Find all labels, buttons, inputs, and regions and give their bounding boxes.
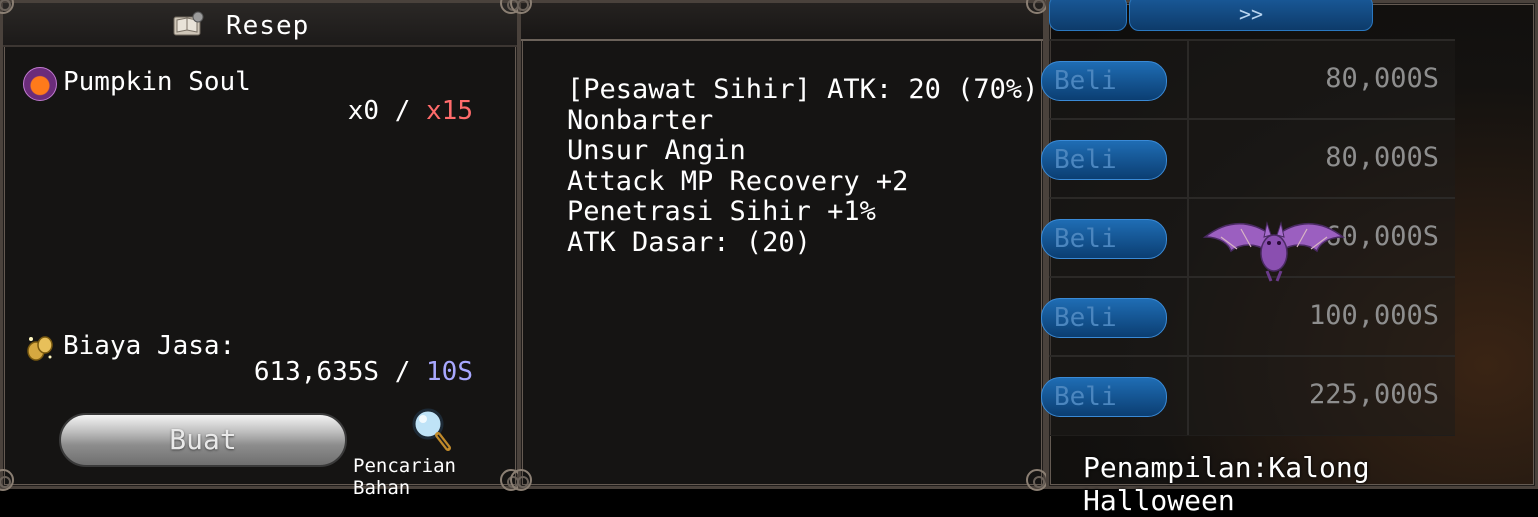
recipe-title: Resep	[226, 11, 310, 41]
material-quantity: x0 / x15	[348, 96, 473, 126]
shop-list-panel: >> Beli 80,000S Beli 80,000S Beli 60,000…	[1041, 0, 1538, 517]
bat-preview-icon	[1202, 221, 1346, 282]
detail-header	[521, 3, 1043, 41]
owned-quantity: x0	[347, 96, 380, 126]
fee-separator: /	[379, 357, 427, 387]
price: 100,000S	[1308, 300, 1439, 331]
item-stats: [Pesawat Sihir] ATK: 20 (70%) Nonbarter …	[567, 74, 1039, 258]
appearance-label: Penampilan:Kalong Halloween	[1083, 451, 1370, 517]
row-divider	[1187, 120, 1189, 198]
recipe-header: Resep	[3, 3, 517, 47]
material-name: Pumpkin Soul	[63, 67, 251, 97]
stat-line: Unsur Angin	[567, 135, 746, 166]
required-quantity: x15	[426, 96, 473, 126]
fee-cost: 10S	[426, 357, 473, 387]
item-detail-panel: [Pesawat Sihir] ATK: 20 (70%) Nonbarter …	[510, 0, 1048, 491]
shop-row: Beli 225,000S	[1041, 355, 1455, 436]
magnifier-icon[interactable]	[408, 406, 452, 452]
coins-icon	[27, 336, 53, 361]
material-search-label[interactable]: Pencarian Bahan	[353, 455, 517, 499]
stat-line: ATK Dasar: (20)	[567, 226, 811, 258]
row-divider	[1187, 199, 1189, 277]
recipe-book-icon	[173, 11, 204, 36]
stat-line: Attack MP Recovery +2	[567, 165, 909, 197]
quantity-separator: /	[379, 96, 427, 126]
row-divider	[1187, 278, 1189, 356]
buy-button[interactable]: Beli	[1041, 219, 1167, 259]
buy-button[interactable]: Beli	[1041, 298, 1167, 338]
shop-row: Beli 100,000S	[1041, 276, 1455, 357]
corner-ornament	[1026, 469, 1048, 491]
stat-line: [Pesawat Sihir] ATK: 20 (70%)	[567, 74, 1039, 105]
buy-button[interactable]: Beli	[1041, 377, 1167, 417]
shop-tab[interactable]	[1049, 0, 1127, 31]
row-divider	[1187, 41, 1189, 119]
price: 80,000S	[1325, 142, 1439, 173]
shop-row: Beli 80,000S	[1041, 118, 1455, 199]
buy-button[interactable]: Beli	[1041, 140, 1167, 180]
corner-ornament	[0, 469, 14, 491]
service-fee-value: 613,635S / 10S	[254, 357, 473, 387]
stat-line: Penetrasi Sihir +1%	[567, 196, 876, 227]
buy-button[interactable]: Beli	[1041, 61, 1167, 101]
row-divider	[1187, 357, 1189, 435]
service-fee-label: Biaya Jasa:	[63, 331, 236, 361]
recipe-panel: Resep Pumpkin Soul x0 / x15 Biaya Jasa: …	[0, 0, 522, 499]
price: 225,000S	[1308, 379, 1439, 410]
next-page-tab[interactable]: >>	[1129, 0, 1373, 31]
pumpkin-soul-icon	[23, 67, 57, 101]
make-button[interactable]: Buat	[59, 413, 347, 467]
stat-line: Nonbarter	[567, 104, 714, 136]
price: 80,000S	[1325, 63, 1439, 94]
corner-ornament	[510, 469, 532, 491]
shop-row: Beli 80,000S	[1041, 39, 1455, 120]
current-money: 613,635S	[253, 357, 380, 387]
